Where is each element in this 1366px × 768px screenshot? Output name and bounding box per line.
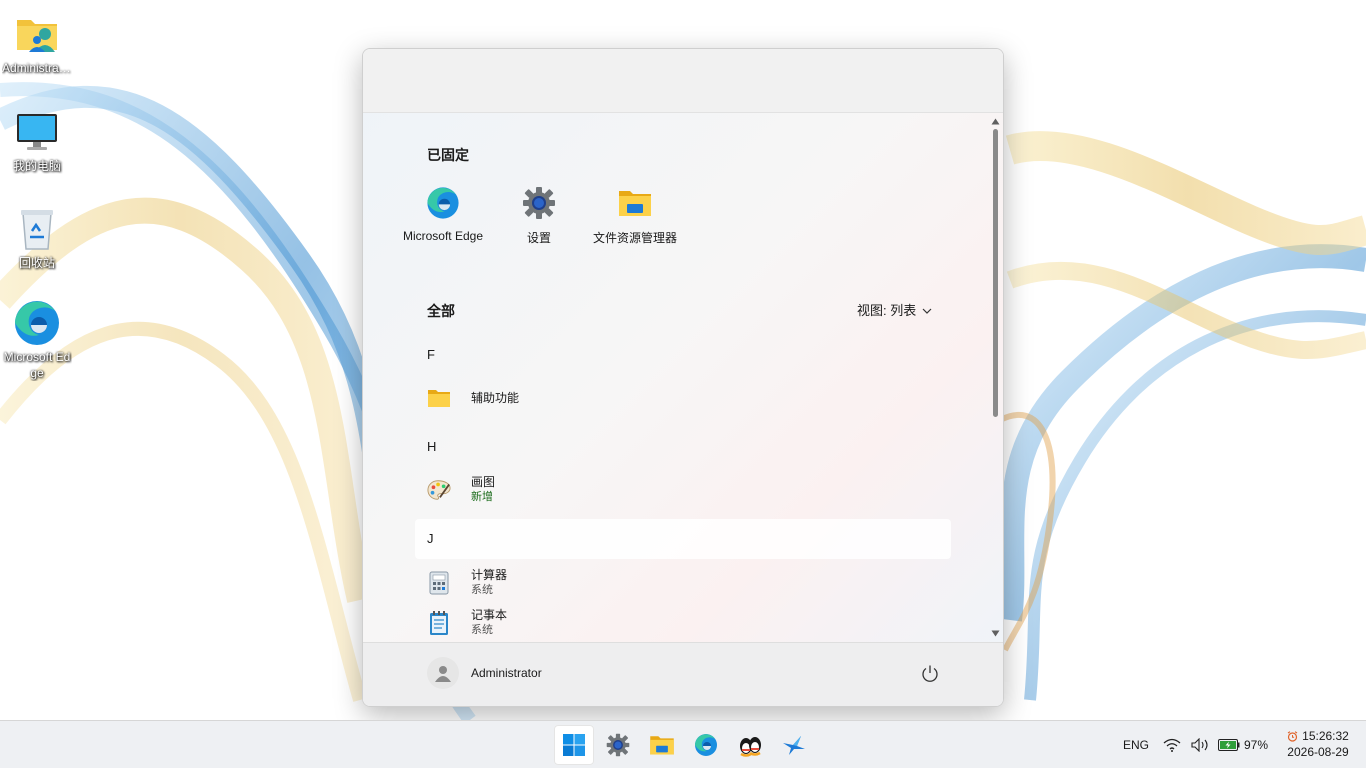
desktop-icon-recycle-bin[interactable]: 回收站 (2, 205, 72, 271)
taskbar-qq[interactable] (730, 725, 770, 765)
scroll-thumb[interactable] (993, 129, 998, 417)
battery-charging-icon (1218, 739, 1240, 751)
app-name: 记事本 (471, 608, 508, 622)
app-row-notepad[interactable]: 记事本 系统 (415, 603, 951, 643)
taskbar: ENG 97% 15:26:32 2026-08-29 (0, 720, 1366, 768)
user-name: Administrator (471, 666, 542, 680)
app-subtitle: 系统 (471, 624, 493, 636)
recycle-bin-icon (13, 205, 61, 253)
app-row-accessibility[interactable]: 辅助功能 (415, 378, 951, 418)
language-label: ENG (1123, 738, 1150, 752)
clock-date: 2026-08-29 (1287, 745, 1349, 759)
pinned-label: 文件资源管理器 (592, 231, 677, 245)
letter-header-row-j[interactable]: J (415, 519, 951, 559)
taskbar-edge[interactable] (686, 725, 726, 765)
app-row-calculator[interactable]: 计算器 系统 (415, 563, 951, 603)
edge-icon (425, 185, 461, 221)
desktop-icon-administrator[interactable]: Administrator (2, 10, 72, 76)
gear-icon (606, 733, 630, 757)
app-subtitle: 系统 (471, 584, 493, 596)
notepad-icon (427, 611, 451, 635)
gear-icon (521, 185, 557, 221)
calculator-icon (427, 571, 451, 595)
battery-status[interactable]: 97% (1218, 721, 1268, 768)
taskbar-file-explorer[interactable] (642, 725, 682, 765)
paint-palette-icon (427, 478, 451, 502)
view-toggle-label: 视图: 列表 (857, 303, 917, 318)
desktop-icon-edge[interactable]: Microsoft Edge (2, 299, 72, 381)
alarm-clock-icon (1287, 730, 1298, 742)
app-list-scrollbar[interactable] (989, 115, 1001, 643)
taskbar-bird-app[interactable] (774, 725, 814, 765)
all-apps-title: 全部 (427, 303, 455, 319)
bird-app-icon (783, 736, 805, 755)
folder-icon (427, 386, 451, 410)
desktop-icon-label: Administrator (2, 61, 72, 75)
power-button[interactable] (919, 663, 941, 685)
scroll-down-arrow-icon[interactable] (991, 630, 1000, 638)
qq-penguin-icon (740, 737, 761, 757)
power-icon (922, 665, 938, 682)
pinned-file-explorer[interactable]: 文件资源管理器 (589, 185, 681, 247)
start-search-area[interactable] (363, 49, 1003, 113)
letter-header-f[interactable]: F (427, 347, 435, 362)
start-menu: 已固定 Microsoft Edge 设置 文件资源管理器 全部 视图: 列表 … (362, 48, 1004, 707)
desktop-icon-label: 我的电脑 (12, 159, 61, 173)
user-folder-icon (13, 10, 61, 58)
edge-icon (695, 734, 717, 756)
volume-status[interactable] (1191, 721, 1211, 768)
clock-time: 15:26:32 (1302, 729, 1349, 743)
pinned-settings[interactable]: 设置 (507, 185, 571, 247)
system-clock[interactable]: 15:26:32 2026-08-29 (1282, 728, 1354, 760)
scroll-up-arrow-icon[interactable] (991, 118, 1000, 126)
folder-icon (617, 185, 653, 221)
view-list-toggle[interactable]: 视图: 列表 (857, 300, 932, 319)
battery-percent: 97% (1244, 738, 1269, 752)
pinned-title: 已固定 (427, 147, 469, 163)
pinned-label: Microsoft Edge (402, 229, 484, 243)
edge-icon (13, 299, 61, 347)
app-name: 辅助功能 (471, 390, 520, 405)
desktop-icon-label: Microsoft Edge (3, 350, 71, 380)
start-menu-footer: Administrator (363, 642, 1003, 706)
new-badge: 新增 (471, 491, 493, 503)
pinned-edge[interactable]: Microsoft Edge (401, 185, 485, 247)
wifi-icon (1163, 738, 1181, 752)
desktop-icon-label: 回收站 (18, 256, 55, 270)
letter-header-h[interactable]: H (427, 439, 436, 454)
chevron-down-icon (922, 302, 932, 317)
pinned-label: 设置 (526, 231, 551, 245)
app-name: 计算器 (471, 568, 508, 582)
folder-icon (650, 736, 674, 755)
desktop-icon-my-computer[interactable]: 我的电脑 (2, 108, 72, 174)
taskbar-settings[interactable] (598, 725, 638, 765)
monitor-icon (13, 108, 61, 156)
volume-icon (1191, 738, 1208, 752)
language-indicator[interactable]: ENG (1123, 721, 1149, 768)
app-name: 画图 (471, 475, 496, 489)
avatar (427, 657, 459, 689)
wifi-status[interactable] (1163, 721, 1181, 768)
user-account-button[interactable]: Administrator (427, 657, 542, 689)
windows-start-icon (563, 734, 585, 756)
letter-header-j: J (427, 531, 434, 546)
app-row-paint[interactable]: 画图 新增 (415, 470, 951, 510)
start-button[interactable] (554, 725, 594, 765)
